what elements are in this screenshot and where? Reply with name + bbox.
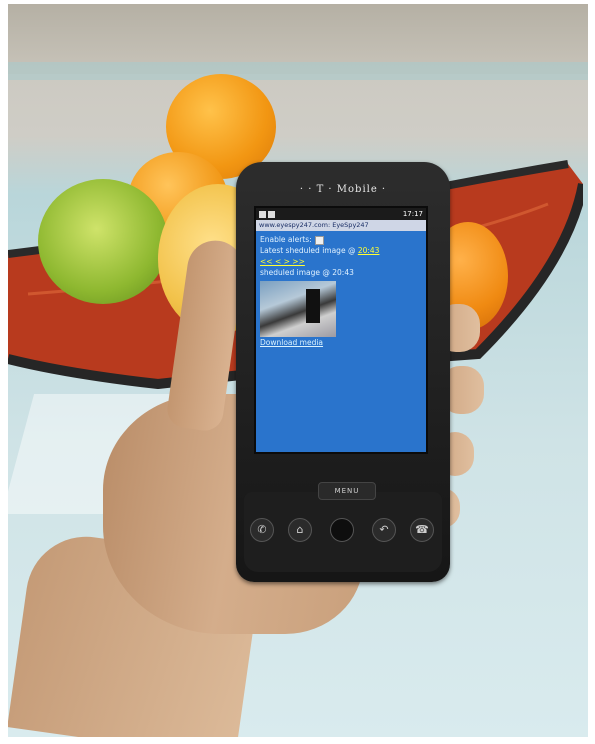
- page-content: Enable alerts: Latest sheduled image @ 2…: [256, 231, 426, 351]
- latest-image-row: Latest sheduled image @ 20:43: [260, 245, 422, 256]
- call-icon[interactable]: ✆: [250, 518, 274, 542]
- table-edge: [8, 62, 588, 80]
- home-icon[interactable]: ⌂: [288, 518, 312, 542]
- status-time: 17:17: [402, 210, 423, 218]
- phone-chin: MENU ✆ ⌂ ↶ ☎: [244, 482, 442, 572]
- end-call-icon[interactable]: ☎: [410, 518, 434, 542]
- enable-alerts-row: Enable alerts:: [260, 234, 422, 245]
- enable-alerts-label: Enable alerts:: [260, 235, 312, 244]
- trackball-icon[interactable]: [330, 518, 354, 542]
- notification-icons: [259, 210, 275, 218]
- image-caption: sheduled image @ 20:43: [260, 268, 354, 277]
- image-nav-links[interactable]: << < > >>: [260, 257, 305, 266]
- notification-icon: [268, 210, 275, 218]
- download-media-link[interactable]: Download media: [260, 338, 323, 347]
- phone-device: · · T · Mobile · 17:17 www.eyespy247.com…: [236, 162, 450, 582]
- menu-button[interactable]: MENU: [318, 482, 376, 500]
- enable-alerts-checkbox[interactable]: [314, 235, 324, 245]
- photo-scene: · · T · Mobile · 17:17 www.eyespy247.com…: [8, 4, 588, 737]
- phone-screen: 17:17 www.eyespy247.com: EyeSpy247 Enabl…: [254, 206, 428, 454]
- latest-image-label: Latest sheduled image @: [260, 246, 356, 255]
- phone-brand: · · T · Mobile ·: [299, 184, 387, 195]
- url-bar[interactable]: www.eyespy247.com: EyeSpy247: [256, 220, 426, 231]
- notification-icon: [259, 210, 266, 218]
- latest-time-link[interactable]: 20:43: [358, 246, 380, 255]
- scheduled-image-thumbnail[interactable]: [260, 281, 336, 337]
- apple: [38, 179, 168, 304]
- back-icon[interactable]: ↶: [372, 518, 396, 542]
- status-bar: 17:17: [256, 208, 426, 220]
